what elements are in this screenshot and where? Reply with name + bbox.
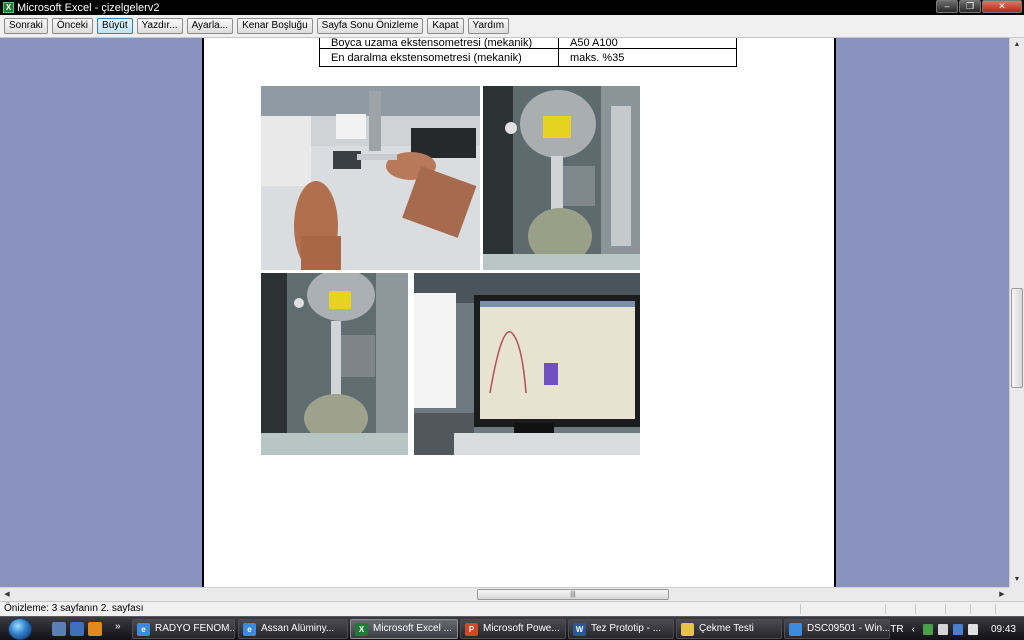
previous-page-button[interactable]: Önceki — [51, 18, 94, 34]
word-icon: W — [573, 623, 586, 636]
status-panes — [800, 604, 1020, 614]
taskbar-item-label: Microsoft Powe... — [483, 623, 560, 634]
horizontal-scroll-thumb[interactable]: ||| — [477, 589, 669, 600]
network-icon[interactable] — [937, 623, 948, 635]
page-break-preview-button[interactable]: Sayfa Sonu Önizleme — [316, 18, 424, 34]
show-hidden-icons-icon[interactable]: ‹ — [912, 624, 915, 635]
preview-page: Boyca uzama ekstensometresi (mekanik) A5… — [202, 38, 836, 587]
close-preview-button[interactable]: Kapat — [427, 18, 464, 34]
next-page-button[interactable]: Sonraki — [4, 18, 48, 34]
window-title: Microsoft Excel - çizelgelerv2 — [17, 1, 160, 14]
title-bar: X Microsoft Excel - çizelgelerv2 ‒ ❐ ✕ — [0, 0, 1024, 15]
table-cell-label: Boyca uzama ekstensometresi (mekanik) — [319, 38, 559, 49]
taskbar-item-excel[interactable]: X Microsoft Excel ... — [350, 619, 458, 639]
scroll-left-icon[interactable]: ◀ — [0, 588, 14, 601]
setup-button[interactable]: Ayarla... — [186, 18, 234, 34]
volume-icon[interactable] — [967, 623, 978, 635]
taskbar-item-label: Assan Alüminy... — [261, 623, 335, 634]
tensile-grips-photo — [483, 86, 640, 270]
table-cell-value: maks. %35 — [558, 48, 737, 67]
vertical-scroll-thumb[interactable] — [1011, 288, 1023, 388]
margins-button[interactable]: Kenar Boşluğu — [237, 18, 313, 34]
taskbar-item-label: Microsoft Excel ... — [373, 623, 452, 634]
vertical-scrollbar[interactable]: ▲ ▼ — [1009, 38, 1024, 587]
taskbar-item-label: Çekme Testi — [699, 623, 754, 634]
status-text: Önizleme: 3 sayfanın 2. sayfası — [4, 603, 144, 614]
extensometer-hands-photo — [261, 86, 480, 270]
ie-icon: e — [243, 623, 256, 636]
table-cell-value: A50 A100 — [558, 38, 737, 49]
minimize-button[interactable]: ‒ — [936, 0, 958, 13]
language-indicator[interactable]: TR — [890, 624, 903, 635]
horizontal-scrollbar[interactable]: ◀ ||| ▶ — [0, 587, 1009, 601]
excel-icon: X — [355, 623, 368, 636]
taskbar-item-word[interactable]: W Tez Prototip - ... — [568, 619, 674, 639]
spec-table: Boyca uzama ekstensometresi (mekanik) A5… — [319, 38, 737, 67]
powerpoint-icon: P — [465, 623, 478, 636]
system-tray: TR ‹ 09:43 — [890, 617, 1024, 640]
app-tray-icon[interactable] — [922, 623, 933, 635]
excel-icon: X — [3, 2, 14, 13]
taskbar-item-label: DSC09501 - Win... — [807, 623, 890, 634]
taskbar: » e RADYO FENOM... e Assan Alüminy... X … — [0, 616, 1024, 640]
excel-print-preview-window: X Microsoft Excel - çizelgelerv2 ‒ ❐ ✕ S… — [0, 0, 1024, 640]
table-row: Boyca uzama ekstensometresi (mekanik) A5… — [319, 38, 737, 49]
quick-launch-more-icon[interactable]: » — [115, 621, 121, 632]
clock[interactable]: 09:43 — [991, 624, 1016, 635]
photo-viewer-icon — [789, 623, 802, 636]
restore-button[interactable]: ❐ — [959, 0, 981, 13]
preview-area: Boyca uzama ekstensometresi (mekanik) A5… — [0, 38, 1009, 587]
start-button[interactable] — [2, 617, 40, 640]
taskbar-item-powerpoint[interactable]: P Microsoft Powe... — [460, 619, 566, 639]
zoom-button[interactable]: Büyüt — [97, 18, 133, 34]
restore-icon: ❐ — [965, 1, 975, 11]
table-cell-label: En daralma ekstensometresi (mekanik) — [319, 48, 559, 67]
taskbar-item-assan[interactable]: e Assan Alüminy... — [238, 619, 348, 639]
scroll-up-icon[interactable]: ▲ — [1010, 38, 1024, 52]
status-bar: Önizleme: 3 sayfanın 2. sayfası — [0, 601, 1024, 616]
print-button[interactable]: Yazdır... — [136, 18, 183, 34]
monitor-tray-icon[interactable] — [952, 623, 963, 635]
show-desktop-icon[interactable] — [52, 622, 66, 636]
help-button[interactable]: Yardım — [467, 18, 510, 34]
taskbar-item-label: Tez Prototip - ... — [591, 623, 662, 634]
computer-monitor-photo — [414, 273, 640, 455]
print-preview-toolbar: Sonraki Önceki Büyüt Yazdır... Ayarla...… — [0, 15, 1024, 38]
taskbar-item-cekme-testi[interactable]: Çekme Testi — [676, 619, 782, 639]
scrollbar-corner — [1009, 587, 1024, 601]
scroll-right-icon[interactable]: ▶ — [995, 588, 1009, 601]
folder-icon — [681, 623, 694, 636]
window-controls: ‒ ❐ ✕ — [936, 0, 1022, 13]
start-orb-icon — [8, 618, 32, 640]
taskbar-item-photo-viewer[interactable]: DSC09501 - Win... — [784, 619, 890, 639]
taskbar-item-label: RADYO FENOM... — [155, 623, 235, 634]
close-icon: ✕ — [998, 1, 1006, 11]
media-player-icon[interactable] — [88, 622, 102, 636]
tensile-specimen-photo — [261, 273, 408, 455]
taskbar-item-radyo-fenomen[interactable]: e RADYO FENOM... — [132, 619, 235, 639]
table-row: En daralma ekstensometresi (mekanik) mak… — [319, 48, 737, 67]
minimize-icon: ‒ — [944, 1, 950, 11]
ie-icon: e — [137, 623, 150, 636]
close-button[interactable]: ✕ — [982, 0, 1022, 13]
switch-windows-icon[interactable] — [70, 622, 84, 636]
scroll-down-icon[interactable]: ▼ — [1010, 573, 1024, 587]
